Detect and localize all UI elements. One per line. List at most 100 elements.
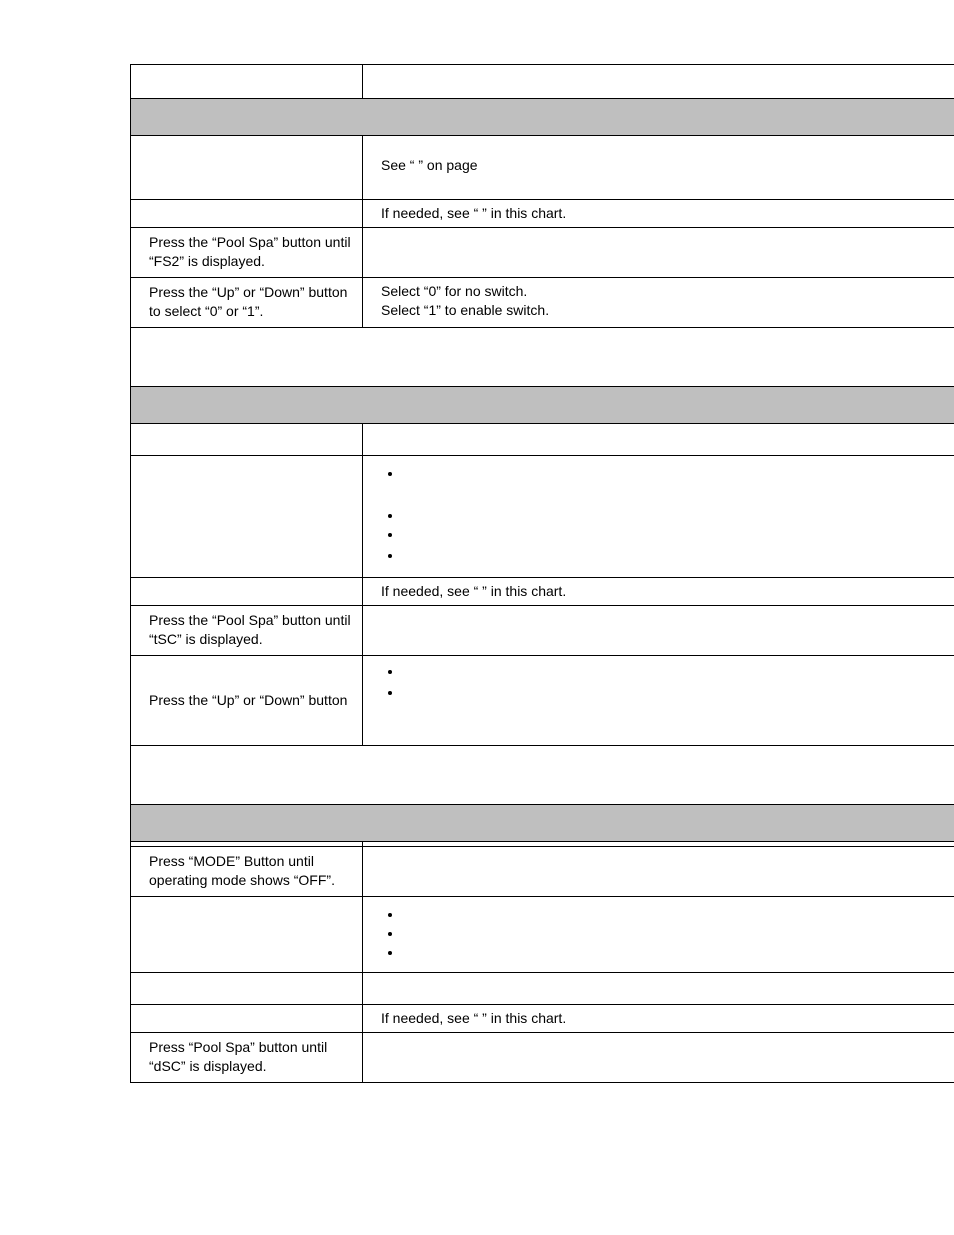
if-needed-text: If needed, see “ ” in this chart. xyxy=(381,205,566,221)
bullet-item xyxy=(403,924,951,943)
step-mode-off: Press “MODE” Button until operating mode… xyxy=(149,853,335,888)
cell-right xyxy=(363,847,954,896)
cell-right xyxy=(363,65,954,98)
row-see-on-page: See “ ” on page xyxy=(131,135,954,199)
row-dsc-step: Press “Pool Spa” button until “dSC” is d… xyxy=(131,1032,954,1082)
bullet-item xyxy=(403,464,951,506)
cell-right xyxy=(363,424,954,455)
select-1-text: Select “1” to enable switch. xyxy=(381,302,549,318)
row-fs2-step2: Press the “Up” or “Down” button to selec… xyxy=(131,277,954,327)
step-up-down-press: Press the “Up” or “Down” button xyxy=(149,691,347,709)
cell-right: If needed, see “ ” in this chart. xyxy=(363,1005,954,1032)
step-dsc-press: Press “Pool Spa” button until “dSC” is d… xyxy=(149,1039,327,1074)
spacer xyxy=(149,978,354,998)
bullet-item xyxy=(403,943,951,962)
cell-left xyxy=(131,424,363,455)
step-fs2-press: Press the “Pool Spa” button until “FS2” … xyxy=(149,234,351,269)
if-needed-text: If needed, see “ ” in this chart. xyxy=(381,583,566,599)
row-section-band-3 xyxy=(131,804,954,841)
bullet-spacer xyxy=(403,905,951,919)
cell-right xyxy=(363,228,954,277)
row-fs2-step1: Press the “Pool Spa” button until “FS2” … xyxy=(131,227,954,277)
spacer xyxy=(149,334,951,378)
cell-left: Press the “Up” or “Down” button xyxy=(131,656,363,745)
step-tsc-press: Press the “Pool Spa” button until “tSC” … xyxy=(149,612,351,647)
spacer xyxy=(381,142,951,156)
row-after-band-2 xyxy=(131,423,954,455)
cell-left xyxy=(131,973,363,1004)
cell-left: Press the “Pool Spa” button until “tSC” … xyxy=(131,606,363,655)
cell-left xyxy=(131,136,363,199)
cell-right: Select “0” for no switch. Select “1” to … xyxy=(363,278,954,327)
step-up-down-select: Press the “Up” or “Down” button to selec… xyxy=(149,284,347,319)
spacer xyxy=(381,175,951,191)
cell-left: Press the “Up” or “Down” button to selec… xyxy=(131,278,363,327)
row-four-bullets xyxy=(131,455,954,577)
cell-right xyxy=(363,656,954,745)
cell-left xyxy=(131,200,363,227)
see-text: See “ ” on page xyxy=(381,157,478,173)
bullet-item xyxy=(403,662,951,683)
bullet-spacer xyxy=(403,924,951,938)
cell-right xyxy=(363,1033,954,1082)
cell-right xyxy=(363,456,954,577)
if-needed-text: If needed, see “ ” in this chart. xyxy=(381,1010,566,1026)
row-tsc-step1: Press the “Pool Spa” button until “tSC” … xyxy=(131,605,954,655)
row-blank-12 xyxy=(131,745,954,804)
section-band xyxy=(131,387,954,423)
spacer xyxy=(149,141,354,185)
cell-full xyxy=(131,328,954,386)
cell-left: Press “Pool Spa” button until “dSC” is d… xyxy=(131,1033,363,1082)
bullet-spacer xyxy=(403,506,951,522)
cell-left xyxy=(131,842,363,846)
bullet-list xyxy=(381,464,951,567)
bullet-spacer xyxy=(403,683,951,735)
spacer xyxy=(149,811,951,833)
bullet-item xyxy=(403,506,951,525)
cell-left: Press the “Pool Spa” button until “FS2” … xyxy=(131,228,363,277)
bullet-item xyxy=(403,683,951,737)
cell-right xyxy=(363,897,954,972)
section-band xyxy=(131,99,954,135)
bullet-spacer xyxy=(403,464,951,504)
cell-left xyxy=(131,456,363,577)
row-section-band-2 xyxy=(131,386,954,423)
row-if-needed-1: If needed, see “ ” in this chart. xyxy=(131,199,954,227)
select-0-text: Select “0” for no switch. xyxy=(381,283,527,299)
bullet-item xyxy=(403,525,951,546)
row-blank-after-fs2 xyxy=(131,327,954,386)
row-three-bullets xyxy=(131,896,954,972)
cell-full xyxy=(131,746,954,804)
cell-right: If needed, see “ ” in this chart. xyxy=(363,200,954,227)
cell-left xyxy=(131,578,363,605)
bullet-list xyxy=(381,905,951,962)
spacer xyxy=(149,105,951,127)
row-header-blank xyxy=(131,65,954,98)
spacer xyxy=(149,429,354,449)
cell-right xyxy=(363,606,954,655)
row-if-needed-2: If needed, see “ ” in this chart. xyxy=(131,577,954,605)
spacer xyxy=(149,70,354,92)
cell-left xyxy=(131,897,363,972)
bullet-item xyxy=(403,905,951,924)
row-after-band-3 xyxy=(131,841,954,846)
cell-left: Press “MODE” Button until operating mode… xyxy=(131,847,363,896)
cell-left xyxy=(131,65,363,98)
row-blank-17 xyxy=(131,972,954,1004)
cell-left xyxy=(131,1005,363,1032)
page-container: See “ ” on page If needed, see “ xyxy=(0,0,954,1235)
row-mode-off: Press “MODE” Button until operating mode… xyxy=(131,846,954,896)
bullet-list xyxy=(381,662,951,737)
row-if-needed-3: If needed, see “ ” in this chart. xyxy=(131,1004,954,1032)
bullet-spacer xyxy=(403,943,951,947)
spacer xyxy=(149,752,951,796)
row-section-band-1 xyxy=(131,98,954,135)
main-table: See “ ” on page If needed, see “ xyxy=(130,64,954,1083)
cell-right: If needed, see “ ” in this chart. xyxy=(363,578,954,605)
row-tsc-step2: Press the “Up” or “Down” button xyxy=(131,655,954,745)
bullet-item xyxy=(403,546,951,567)
cell-right: See “ ” on page xyxy=(363,136,954,199)
spacer xyxy=(149,393,951,415)
section-band xyxy=(131,805,954,841)
cell-right xyxy=(363,842,954,846)
